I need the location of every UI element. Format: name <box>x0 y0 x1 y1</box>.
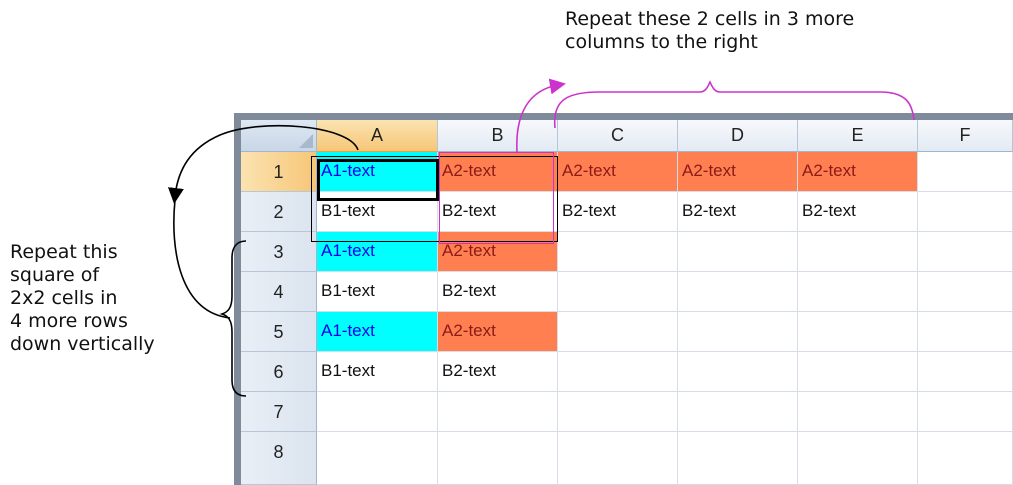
cell-f8[interactable] <box>918 432 1013 485</box>
cell-f4[interactable] <box>918 272 1013 312</box>
cell-a7[interactable] <box>317 392 438 432</box>
cell-e3[interactable] <box>798 232 918 272</box>
cell-a5[interactable]: A1-text <box>317 312 438 352</box>
cell-e1[interactable]: A2-text <box>798 152 918 192</box>
row-header-5[interactable]: 5 <box>241 312 317 352</box>
cell-c7[interactable] <box>558 392 678 432</box>
cell-c6[interactable] <box>558 352 678 392</box>
row-header-3[interactable]: 3 <box>241 232 317 272</box>
grid-frame-top <box>234 113 1013 120</box>
cell-a3[interactable]: A1-text <box>317 232 438 272</box>
cell-b7[interactable] <box>438 392 558 432</box>
cell-e7[interactable] <box>798 392 918 432</box>
row-header-1[interactable]: 1 <box>241 152 317 192</box>
row-header-8[interactable]: 8 <box>241 432 317 485</box>
cell-e5[interactable] <box>798 312 918 352</box>
select-all-corner[interactable] <box>241 120 317 152</box>
cell-c5[interactable] <box>558 312 678 352</box>
cell-b1[interactable]: A2-text <box>438 152 558 192</box>
cell-b5[interactable]: A2-text <box>438 312 558 352</box>
cell-e6[interactable] <box>798 352 918 392</box>
row-header-4[interactable]: 4 <box>241 272 317 312</box>
cell-f7[interactable] <box>918 392 1013 432</box>
cell-a2[interactable]: B1-text <box>317 192 438 232</box>
cell-e4[interactable] <box>798 272 918 312</box>
grid-frame-left <box>234 113 241 485</box>
cell-e8[interactable] <box>798 432 918 485</box>
cell-f6[interactable] <box>918 352 1013 392</box>
cell-c1[interactable]: A2-text <box>558 152 678 192</box>
cell-f5[interactable] <box>918 312 1013 352</box>
cell-d6[interactable] <box>678 352 798 392</box>
cell-a4[interactable]: B1-text <box>317 272 438 312</box>
annotation-repeat-columns: Repeat these 2 cells in 3 more columns t… <box>565 8 855 53</box>
cell-f3[interactable] <box>918 232 1013 272</box>
annotation-repeat-rows: Repeat this square of 2x2 cells in 4 mor… <box>10 241 155 355</box>
cell-d1[interactable]: A2-text <box>678 152 798 192</box>
cell-c2[interactable]: B2-text <box>558 192 678 232</box>
cell-d2[interactable]: B2-text <box>678 192 798 232</box>
cell-d3[interactable] <box>678 232 798 272</box>
column-header-a[interactable]: A <box>317 120 438 152</box>
cell-a6[interactable]: B1-text <box>317 352 438 392</box>
row-header-7[interactable]: 7 <box>241 392 317 432</box>
column-header-c[interactable]: C <box>558 120 678 152</box>
cell-d7[interactable] <box>678 392 798 432</box>
cell-b8[interactable] <box>438 432 558 485</box>
cell-b3[interactable]: A2-text <box>438 232 558 272</box>
cell-c3[interactable] <box>558 232 678 272</box>
cell-f2[interactable] <box>918 192 1013 232</box>
cell-c8[interactable] <box>558 432 678 485</box>
row-header-6[interactable]: 6 <box>241 352 317 392</box>
cell-a1[interactable]: A1-text <box>317 152 438 192</box>
cell-a8[interactable] <box>317 432 438 485</box>
cell-d8[interactable] <box>678 432 798 485</box>
cell-f1[interactable] <box>918 152 1013 192</box>
cell-e2[interactable]: B2-text <box>798 192 918 232</box>
cell-d4[interactable] <box>678 272 798 312</box>
cell-c4[interactable] <box>558 272 678 312</box>
spreadsheet-grid: A B C D E F 1 2 3 4 5 6 7 8 A1-text A2-t… <box>234 113 1013 485</box>
column-header-f[interactable]: F <box>918 120 1013 152</box>
cell-d5[interactable] <box>678 312 798 352</box>
column-header-b[interactable]: B <box>438 120 558 152</box>
cell-b2[interactable]: B2-text <box>438 192 558 232</box>
row-header-2[interactable]: 2 <box>241 192 317 232</box>
cell-b6[interactable]: B2-text <box>438 352 558 392</box>
column-header-e[interactable]: E <box>798 120 918 152</box>
column-header-d[interactable]: D <box>678 120 798 152</box>
cell-b4[interactable]: B2-text <box>438 272 558 312</box>
